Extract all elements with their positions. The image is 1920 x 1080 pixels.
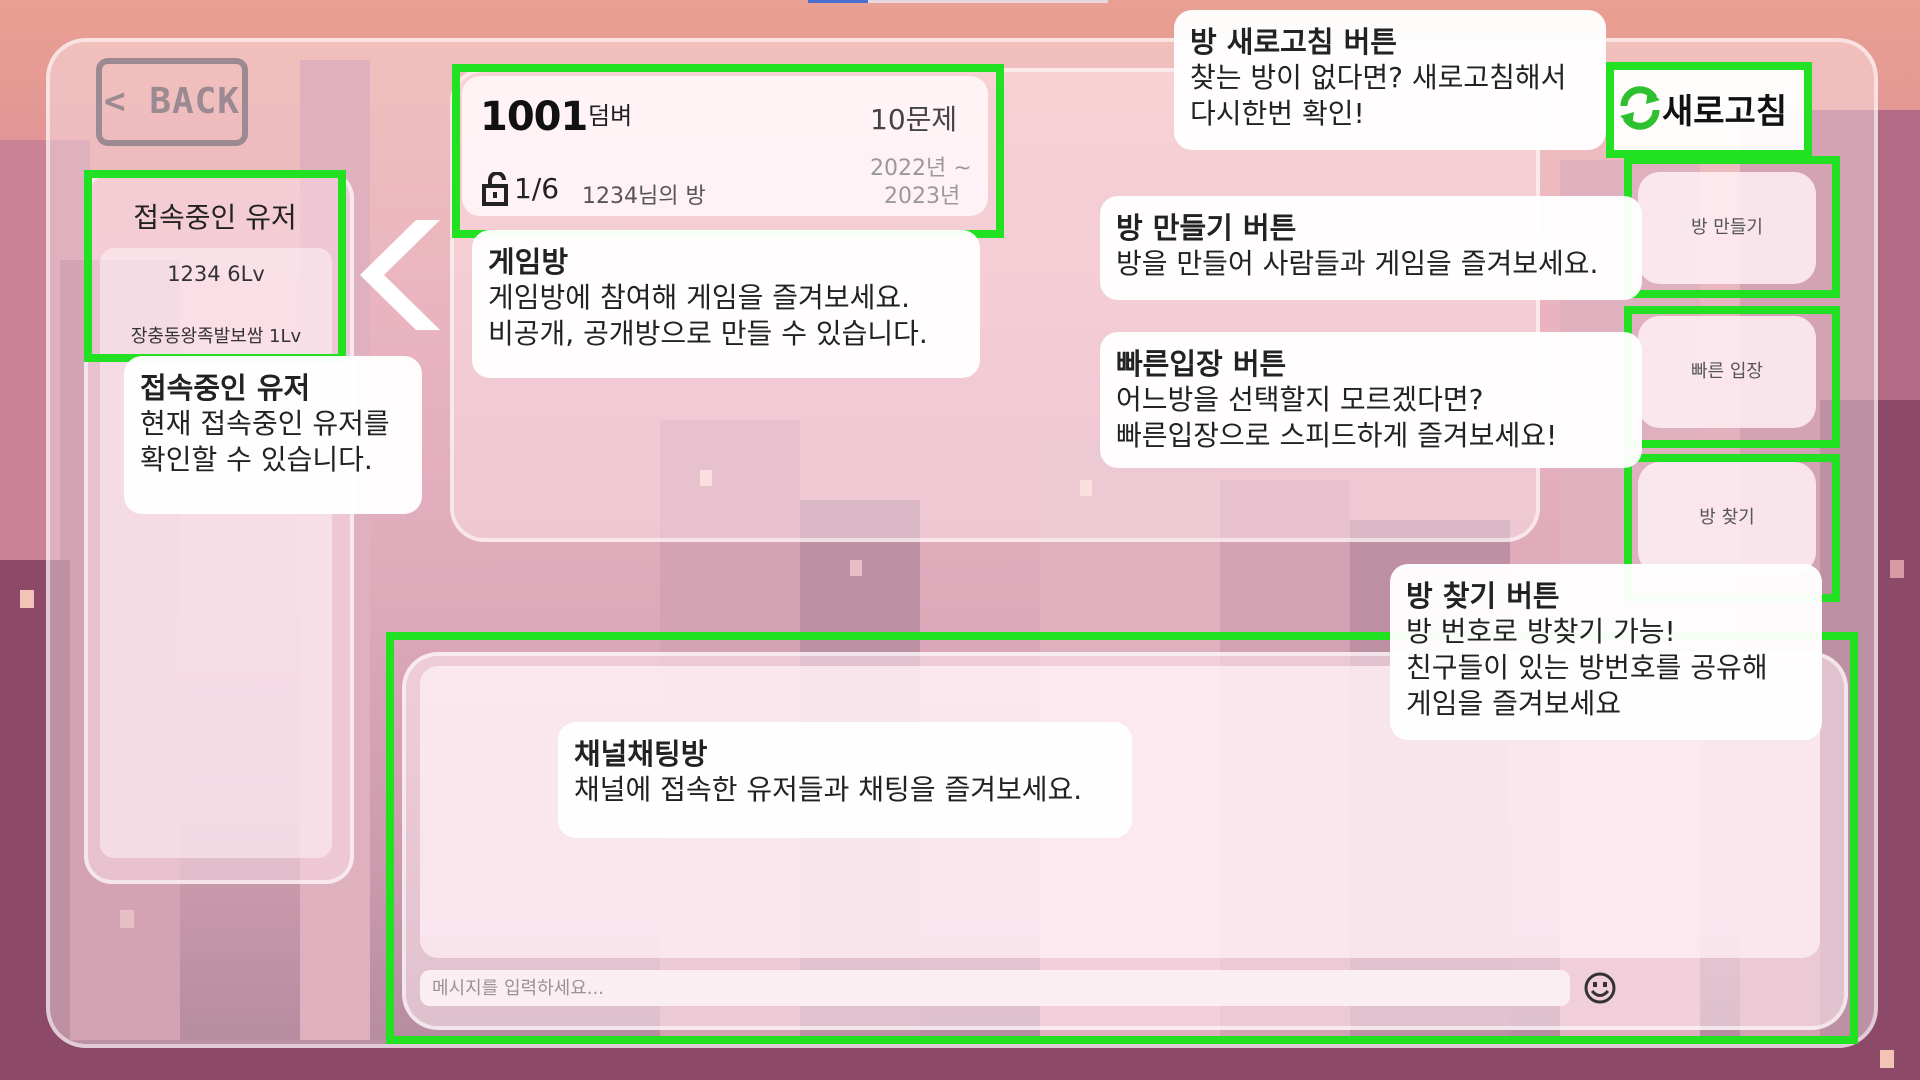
tooltip-find-room: 방 찾기 버튼 방 번호로 방찾기 가능! 친구들이 있는 방번호를 공유해 게… (1390, 564, 1822, 740)
tooltip-users: 접속중인 유저 현재 접속중인 유저를 확인할 수 있습니다. (124, 356, 422, 514)
tooltip-game-room: 게임방 게임방에 참여해 게임을 즐겨보세요. 비공개, 공개방으로 만들 수 … (472, 230, 980, 378)
tooltip-find-desc: 방 번호로 방찾기 가능! 친구들이 있는 방번호를 공유해 게임을 즐겨보세요 (1406, 615, 1768, 720)
tooltip-users-desc: 현재 접속중인 유저를 확인할 수 있습니다. (140, 407, 390, 476)
highlight-quick-join (1624, 306, 1840, 448)
tooltip-chat-title: 채널채팅방 (574, 737, 708, 771)
tutorial-screen: < BACK 접속중인 유저 1234 6Lv 장충동왕족발보쌈 1Lv 100… (0, 0, 1920, 1080)
top-progress-fill (808, 0, 868, 3)
tooltip-game-room-desc: 게임방에 참여해 게임을 즐겨보세요. 비공개, 공개방으로 만들 수 있습니다… (488, 281, 928, 350)
chevron-left-icon (360, 220, 440, 330)
tooltip-refresh-title: 방 새로고침 버튼 (1190, 25, 1397, 59)
tooltip-quick-title: 빠른입장 버튼 (1116, 347, 1287, 381)
tooltip-users-title: 접속중인 유저 (140, 371, 311, 405)
tooltip-refresh: 방 새로고침 버튼 찾는 방이 없다면? 새로고침해서 다시한번 확인! (1174, 10, 1606, 150)
highlight-users (84, 170, 346, 362)
tooltip-chat: 채널채팅방 채널에 접속한 유저들과 채팅을 즐겨보세요. (558, 722, 1132, 838)
tooltip-create-title: 방 만들기 버튼 (1116, 211, 1297, 245)
back-button[interactable]: < BACK (96, 58, 248, 146)
tooltip-chat-desc: 채널에 접속한 유저들과 채팅을 즐겨보세요. (574, 773, 1083, 806)
highlight-room-card (452, 64, 1004, 238)
tooltip-create-desc: 방을 만들어 사람들과 게임을 즐겨보세요. (1116, 247, 1599, 280)
tooltip-refresh-desc: 찾는 방이 없다면? 새로고침해서 다시한번 확인! (1190, 61, 1567, 130)
highlight-refresh (1606, 62, 1812, 158)
tooltip-create-room: 방 만들기 버튼 방을 만들어 사람들과 게임을 즐겨보세요. (1100, 196, 1642, 300)
tooltip-game-room-title: 게임방 (488, 245, 569, 279)
highlight-create-room (1624, 156, 1840, 298)
tooltip-quick-join: 빠른입장 버튼 어느방을 선택할지 모르겠다면? 빠른입장으로 스피드하게 즐겨… (1100, 332, 1642, 468)
tooltip-quick-desc: 어느방을 선택할지 모르겠다면? 빠른입장으로 스피드하게 즐겨보세요! (1116, 383, 1558, 452)
tooltip-find-title: 방 찾기 버튼 (1406, 579, 1560, 613)
